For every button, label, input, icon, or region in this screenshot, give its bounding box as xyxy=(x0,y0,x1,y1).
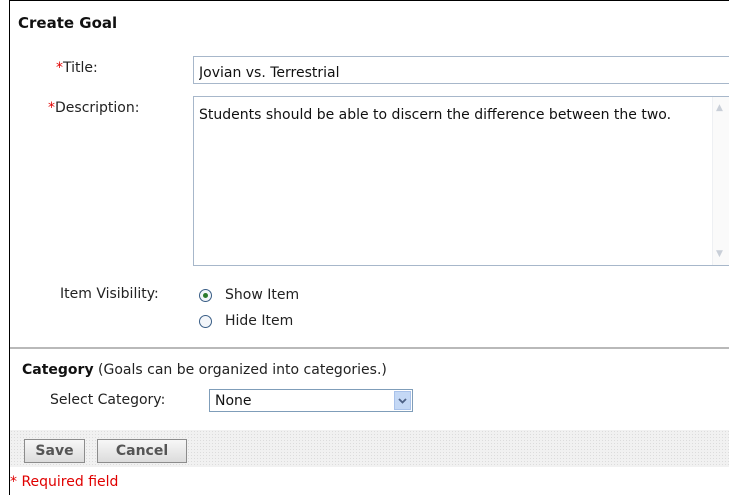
show-item-radio[interactable] xyxy=(199,288,212,302)
required-field-note: * Required field xyxy=(10,474,119,490)
visibility-option-hide[interactable]: Hide Item xyxy=(199,312,293,330)
category-select[interactable]: None xyxy=(209,389,413,412)
hide-item-radio[interactable] xyxy=(199,314,212,328)
description-label-text: Description: xyxy=(55,100,140,116)
section-divider xyxy=(10,347,729,349)
description-label: *Description: xyxy=(48,100,139,116)
chevron-down-icon[interactable] xyxy=(394,391,411,410)
save-button[interactable]: Save xyxy=(24,439,85,463)
category-note: (Goals can be organized into categories.… xyxy=(98,362,387,378)
button-bar: Save Cancel xyxy=(10,430,729,467)
title-input[interactable] xyxy=(193,56,729,84)
scroll-up-icon[interactable]: ▲ xyxy=(716,103,723,113)
category-heading: Category (Goals can be organized into ca… xyxy=(22,362,387,378)
visibility-label: Item Visibility: xyxy=(60,286,159,302)
description-textarea[interactable]: Students should be able to discern the d… xyxy=(193,96,729,266)
required-marker: * xyxy=(48,100,55,116)
description-text: Students should be able to discern the d… xyxy=(199,107,672,123)
cancel-button[interactable]: Cancel xyxy=(97,439,187,463)
scroll-down-icon[interactable]: ▼ xyxy=(716,249,723,259)
required-marker: * xyxy=(56,60,63,76)
show-item-label: Show Item xyxy=(225,287,300,303)
title-label-text: Title: xyxy=(63,60,98,76)
title-label: *Title: xyxy=(56,60,98,76)
select-category-label: Select Category: xyxy=(50,392,166,408)
hide-item-label: Hide Item xyxy=(225,313,294,329)
visibility-option-show[interactable]: Show Item xyxy=(199,286,299,304)
page-title: Create Goal xyxy=(18,14,118,32)
category-title: Category xyxy=(22,362,94,378)
category-selected-value: None xyxy=(215,393,252,409)
description-scrollbar[interactable]: ▲ ▼ xyxy=(712,97,729,265)
